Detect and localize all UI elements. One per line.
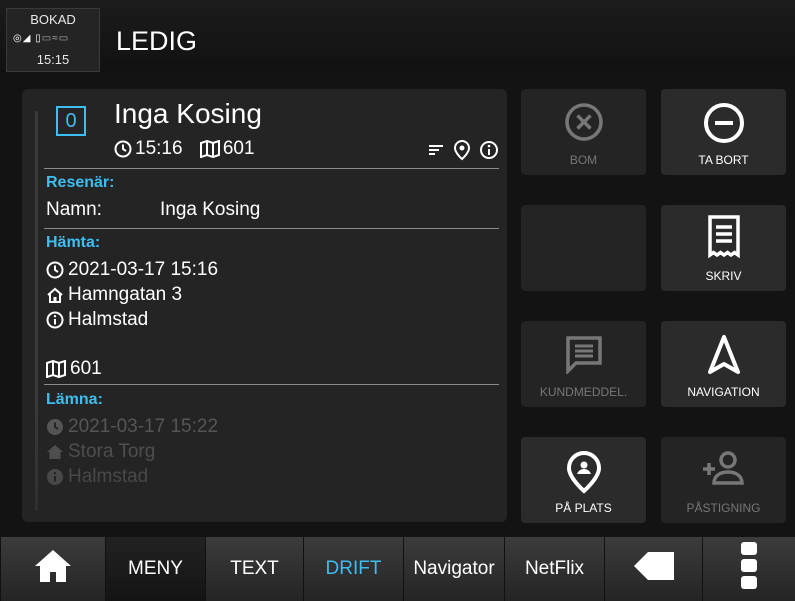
page-title: LEDIG: [116, 26, 198, 56]
sort-icon[interactable]: [426, 140, 446, 160]
name-label: Namn:: [46, 199, 102, 220]
traveler-name-value: Inga Kosing: [160, 199, 261, 220]
booking-status-label: BOKAD: [30, 12, 76, 27]
bottom-nav: MENY TEXT DRIFT Navigator NetFlix: [0, 537, 795, 601]
navigation-arrow-icon: [661, 334, 786, 376]
nav-netflix[interactable]: NetFlix: [504, 537, 604, 601]
passenger-name-title: Inga Kosing: [114, 98, 262, 129]
nav-drift[interactable]: DRIFT: [303, 537, 403, 601]
map-icon: [46, 359, 66, 378]
pickup-area: 601: [70, 358, 102, 379]
card-icon-row: [423, 139, 499, 161]
pickup-time: 15:16: [135, 138, 183, 159]
nav-meny[interactable]: MENY: [105, 537, 205, 601]
clock-icon: [46, 418, 64, 436]
navigation-label: NAVIGATION: [687, 385, 760, 399]
dropoff-city-row: Halmstad: [46, 466, 148, 488]
cancel-circle-icon: [521, 102, 646, 142]
car-icon: ▭: [41, 33, 53, 44]
pickup-heading: Hämta:: [46, 234, 101, 251]
signal-icon: ◢: [22, 33, 32, 44]
divider: [44, 384, 499, 385]
pickup-address-row: Hamngatan 3: [46, 284, 182, 306]
trip-meta-row: 15:16 601: [114, 138, 267, 160]
ta-bort-label: TA BORT: [698, 153, 749, 167]
pickup-area-row: 601: [46, 358, 102, 380]
more-dots-icon: [739, 540, 759, 598]
dropoff-datetime: 2021-03-17 15:22: [68, 416, 219, 437]
home-icon: [46, 286, 64, 304]
status-panel: BOKAD ◎◢ ▯▭≈▭ 15:15: [6, 8, 100, 72]
receipt-icon: [661, 215, 786, 259]
ta-bort-button[interactable]: TA BORT: [661, 89, 786, 175]
kundmeddel-button[interactable]: KUNDMEDDEL.: [521, 321, 646, 407]
clock-time: 15:15: [36, 52, 70, 67]
home-icon: [32, 547, 74, 591]
pastigning-button[interactable]: PÅSTIGNING: [661, 437, 786, 523]
traveler-heading: Resenär:: [46, 174, 115, 191]
more-button[interactable]: [702, 537, 795, 601]
skriv-button[interactable]: SKRIV: [661, 205, 786, 291]
pickup-city: Halmstad: [68, 309, 149, 330]
traveler-name-row: Namn: Inga Kosing: [46, 199, 260, 221]
pickup-city-row: Halmstad: [46, 309, 148, 331]
trip-card[interactable]: 0 Inga Kosing 15:16 601 Resenär: Namn: I…: [22, 89, 507, 522]
info-icon: [46, 311, 64, 329]
dropoff-datetime-row: 2021-03-17 15:22: [46, 416, 218, 438]
divider: [44, 228, 499, 229]
bom-label: BOM: [569, 153, 598, 167]
skriv-label: SKRIV: [705, 269, 742, 283]
navigation-button[interactable]: NAVIGATION: [661, 321, 786, 407]
message-icon: [521, 334, 646, 374]
order-number-badge: 0: [56, 106, 86, 136]
person-pin-icon: [521, 450, 646, 494]
clock-icon: [114, 140, 132, 158]
back-arrow-icon: [632, 550, 676, 588]
add-person-icon: [661, 450, 786, 490]
pickup-datetime-row: 2021-03-17 15:16: [46, 259, 218, 281]
map-icon: [199, 140, 220, 158]
info-icon: [46, 468, 64, 486]
nav-text[interactable]: TEXT: [205, 537, 303, 601]
pa-plats-button[interactable]: PÅ PLATS: [521, 437, 646, 523]
location-pin-icon[interactable]: [453, 139, 471, 161]
pickup-datetime: 2021-03-17 15:16: [68, 259, 219, 280]
nav-navigator[interactable]: Navigator: [403, 537, 504, 601]
dropoff-address-row: Stora Torg: [46, 441, 155, 463]
area-number: 601: [222, 138, 255, 159]
dropoff-city: Halmstad: [68, 466, 149, 487]
clock-icon: [46, 261, 64, 279]
bom-button[interactable]: BOM: [521, 89, 646, 175]
home-button[interactable]: [0, 537, 105, 601]
pa-plats-label: PÅ PLATS: [555, 501, 612, 515]
scroll-track: [35, 111, 38, 511]
divider: [44, 168, 499, 169]
pickup-address: Hamngatan 3: [68, 284, 183, 305]
empty-tile: [521, 205, 646, 291]
battery-icon: ▭: [58, 33, 70, 44]
home-icon: [46, 443, 64, 461]
gps-icon: ◎: [13, 33, 23, 44]
kundmeddel-label: KUNDMEDDEL.: [539, 385, 628, 399]
dropoff-heading: Lämna:: [46, 391, 103, 408]
dropoff-address: Stora Torg: [68, 441, 156, 462]
top-bar: BOKAD ◎◢ ▯▭≈▭ 15:15 LEDIG: [0, 0, 795, 72]
info-icon[interactable]: [479, 140, 499, 160]
pastigning-label: PÅSTIGNING: [686, 501, 761, 515]
remove-circle-icon: [661, 102, 786, 144]
status-icons: ◎◢ ▯▭≈▭: [13, 33, 97, 45]
back-button[interactable]: [604, 537, 702, 601]
